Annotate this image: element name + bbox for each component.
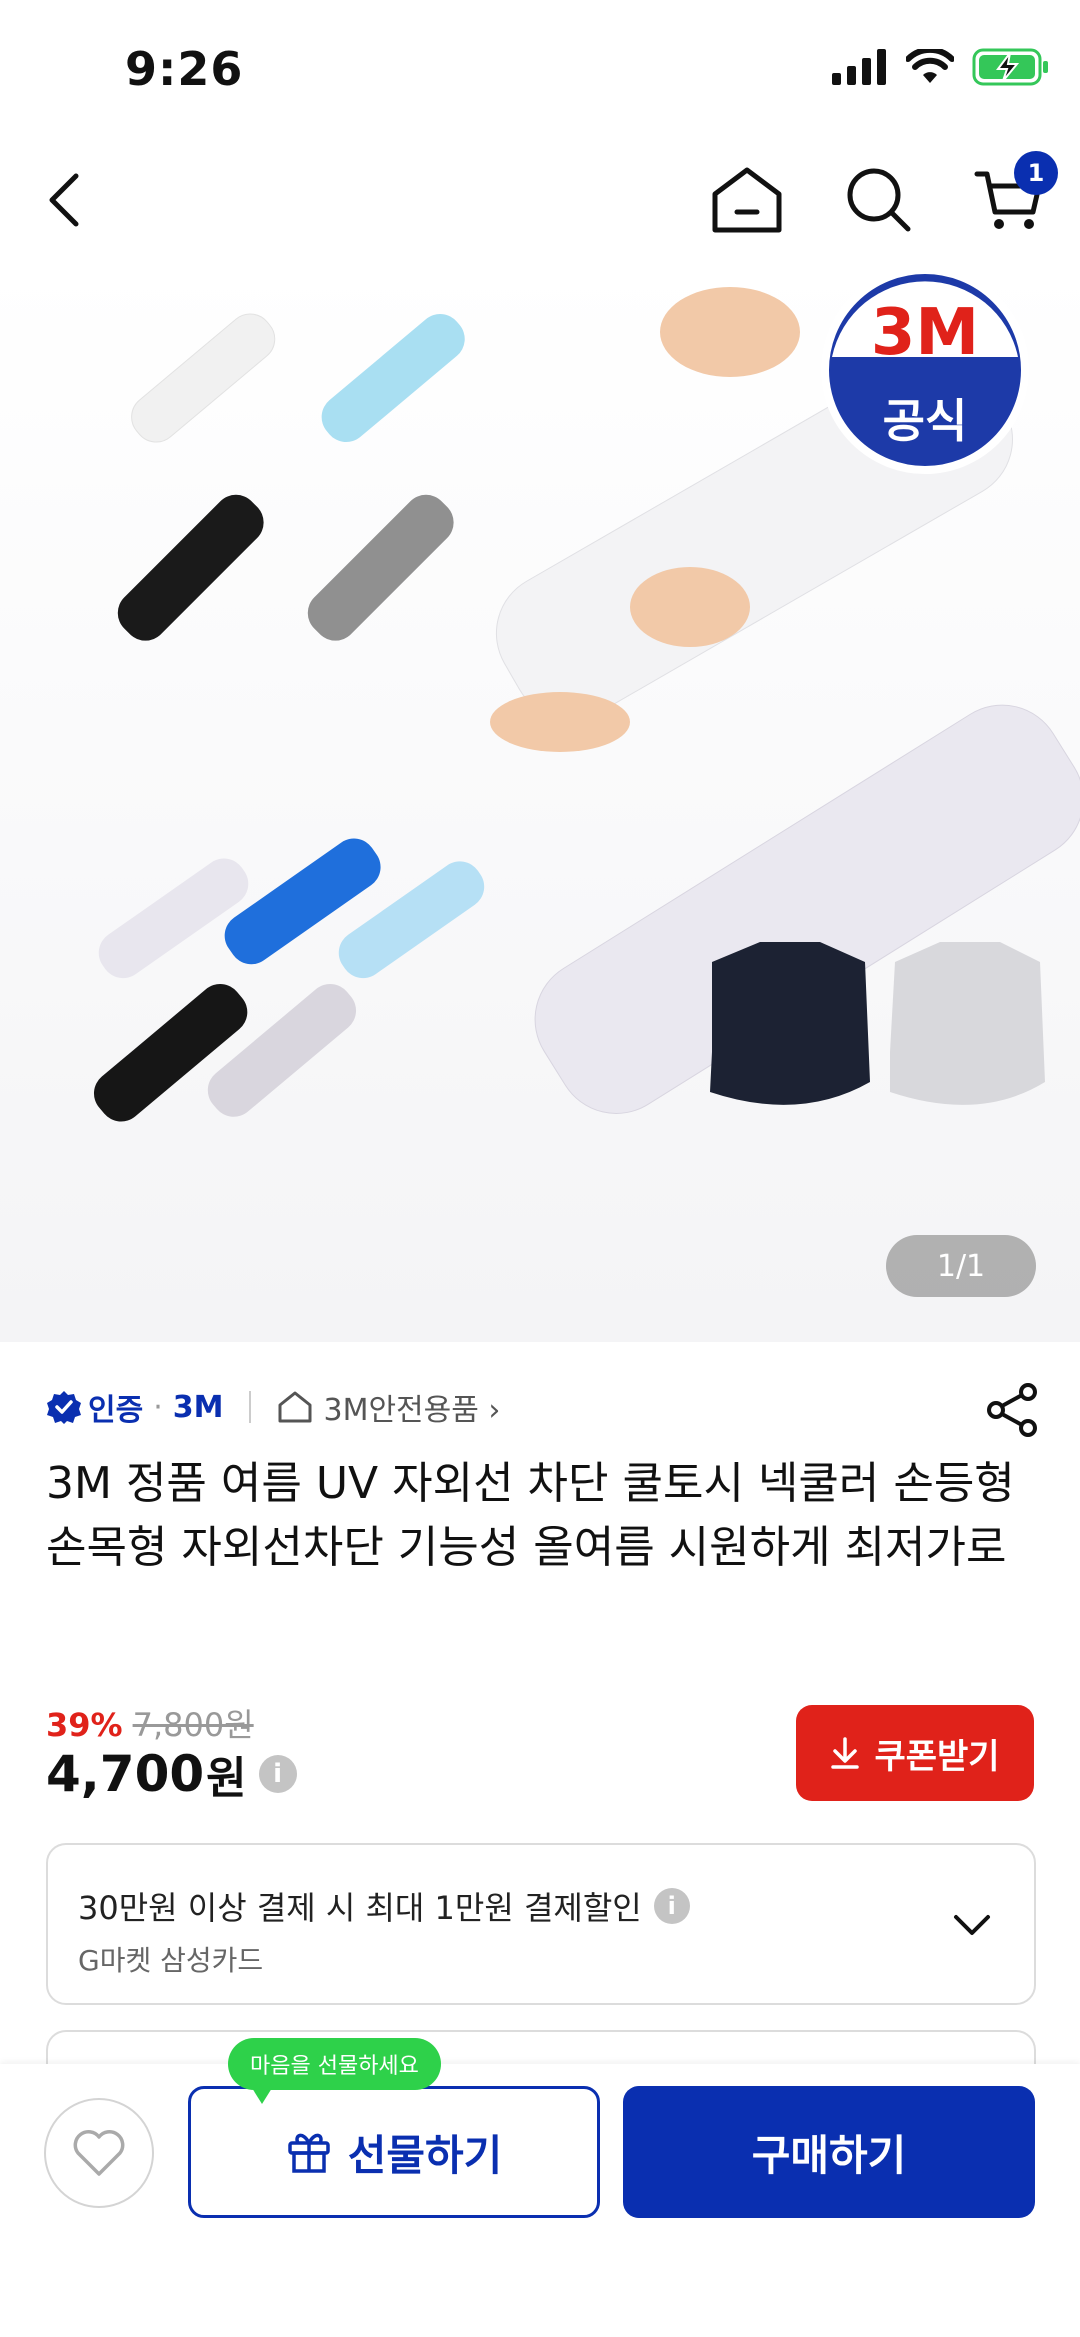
price-unit: 원 <box>206 1753 247 1804</box>
wifi-icon <box>906 49 954 83</box>
search-icon <box>847 168 911 232</box>
store-home-icon <box>278 1391 312 1423</box>
brand-link[interactable]: 3M <box>173 1390 224 1425</box>
gift-button[interactable]: 선물하기 <box>188 2086 600 2218</box>
promo-title: 30만원 이상 결제 시 최대 1만원 결제할인 <box>78 1889 642 1927</box>
store-chevron-icon: › <box>488 1393 501 1428</box>
official-3m-badge: 3M 공식 <box>821 266 1029 474</box>
product-title: 3M 정품 여름 UV 자외선 차단 쿨토시 넥쿨러 손등형 손목형 자외선차단… <box>46 1458 1015 1573</box>
discount-percent: 39% <box>46 1706 123 1744</box>
svg-text:공식: 공식 <box>883 394 968 448</box>
download-arrow-icon <box>831 1737 860 1769</box>
buy-button[interactable]: 구매하기 <box>623 2086 1035 2218</box>
price-row: 4,700 원 i <box>46 1742 297 1806</box>
coupon-label: 쿠폰받기 <box>874 1737 1000 1776</box>
back-button[interactable] <box>20 155 110 245</box>
battery-charging-icon <box>972 48 1048 86</box>
certified-label: 인증 <box>88 1393 144 1428</box>
status-icons <box>832 48 1050 86</box>
card-discount-promo[interactable]: 30만원 이상 결제 시 최대 1만원 결제할인 i G마켓 삼성카드 <box>46 1843 1036 2005</box>
cart-button[interactable]: 1 <box>964 151 1058 245</box>
cellular-signal-icon <box>832 49 886 85</box>
top-navigation: 1 <box>0 140 1080 260</box>
home-button[interactable] <box>702 155 792 245</box>
status-time: 9:26 <box>125 42 244 96</box>
store-link[interactable]: 3M안전용품 › <box>323 1385 500 1429</box>
discount-row: 39% 7,800원 <box>46 1700 254 1746</box>
bottom-action-bar: 선물하기 마음을 선물하세요 구매하기 <box>0 2038 1080 2337</box>
product-photo-arm-sleeves: 3M 공식 <box>93 266 1080 1122</box>
status-bar: 9:26 <box>0 0 1080 140</box>
wishlist-button[interactable] <box>44 2098 154 2208</box>
sale-price: 4,700 <box>46 1745 205 1803</box>
seller-row: 인증 · 3M 3M안전용품 › <box>46 1385 500 1429</box>
svg-text:3M: 3M <box>871 296 979 370</box>
gift-label: 선물하기 <box>347 2131 503 2179</box>
chevron-down-icon[interactable] <box>950 1903 994 1947</box>
gift-icon <box>287 2133 330 2173</box>
share-icon <box>987 1383 1037 1437</box>
original-price: 7,800원 <box>132 1706 254 1744</box>
heart-icon <box>73 2130 125 2176</box>
promo-info-icon[interactable]: i <box>653 1888 690 1924</box>
verified-badge-icon <box>47 1391 81 1424</box>
promo-title-row: 30만원 이상 결제 시 최대 1만원 결제할인 i <box>78 1883 690 1929</box>
price-info-icon[interactable]: i <box>258 1755 297 1793</box>
promo-subtitle: G마켓 삼성카드 <box>78 1944 264 1977</box>
vertical-divider <box>249 1391 252 1423</box>
image-page-indicator: 1/1 <box>886 1235 1036 1297</box>
coupon-download-button[interactable]: 쿠폰받기 <box>796 1705 1034 1801</box>
dot-separator: · <box>153 1389 163 1425</box>
store-name: 3M안전용품 <box>323 1393 479 1428</box>
gift-tooltip: 마음을 선물하세요 <box>228 2038 441 2104</box>
home-icon <box>712 167 782 233</box>
cart-count-badge: 1 <box>1014 151 1058 195</box>
product-image[interactable]: 3M 공식 1/1 <box>0 262 1080 1342</box>
share-button[interactable] <box>982 1380 1042 1440</box>
chevron-left-icon <box>49 173 79 227</box>
search-button[interactable] <box>834 155 924 245</box>
